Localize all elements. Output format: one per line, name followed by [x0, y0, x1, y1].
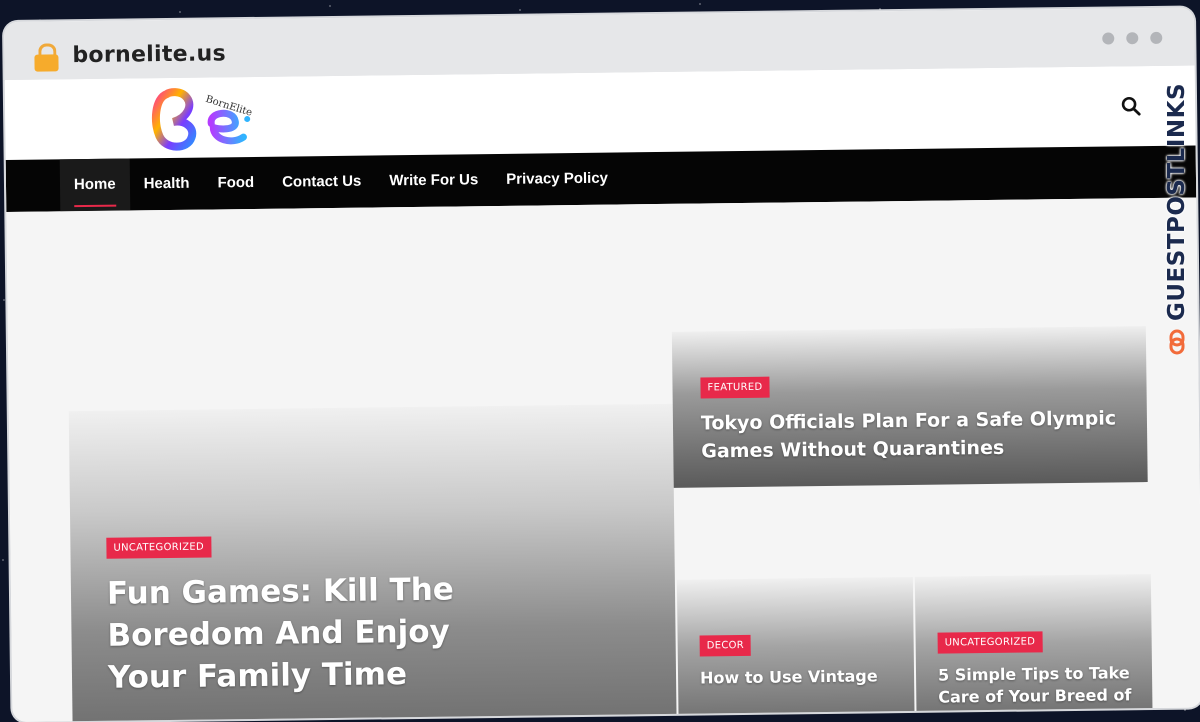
nav-item-food[interactable]: Food — [203, 157, 268, 210]
search-icon[interactable] — [1119, 94, 1143, 118]
post-title[interactable]: How to Use Vintage — [700, 665, 900, 689]
window-controls — [1102, 31, 1163, 45]
nav-item-privacy-policy[interactable]: Privacy Policy — [492, 152, 622, 206]
nav-item-home[interactable]: Home — [59, 158, 130, 212]
watermark-brand-accent: LINKS — [1164, 82, 1190, 163]
post-title[interactable]: Fun Games: Kill The Boredom And Enjoy Yo… — [107, 568, 529, 699]
site-logo[interactable]: BornElite — [147, 83, 258, 156]
window-dot-3[interactable] — [1150, 31, 1163, 44]
category-badge[interactable]: DECOR — [699, 634, 752, 657]
category-badge[interactable]: UNCATEGORIZED — [106, 536, 212, 559]
main-post-card[interactable]: UNCATEGORIZED Fun Games: Kill The Boredo… — [68, 403, 677, 722]
window-dot-2[interactable] — [1126, 32, 1139, 45]
category-badge[interactable]: UNCATEGORIZED — [937, 631, 1043, 654]
link-chain-icon — [1169, 329, 1185, 355]
nav-item-health[interactable]: Health — [129, 158, 203, 211]
post-title[interactable]: 5 Simple Tips to Take Care of Your Breed… — [938, 662, 1144, 722]
post-title[interactable]: Tokyo Officials Plan For a Safe Olympic … — [701, 404, 1122, 465]
post-grid: UNCATEGORIZED Fun Games: Kill The Boredo… — [6, 197, 1200, 722]
site-header: BornElite — [4, 65, 1196, 160]
post-card-dog-care[interactable]: UNCATEGORIZED 5 Simple Tips to Take Care… — [914, 574, 1153, 722]
watermark-text: GUESTPOSTLINKS — [1164, 83, 1190, 321]
lock-icon — [34, 43, 59, 72]
post-card-decor[interactable]: DECOR How to Use Vintage — [676, 576, 915, 722]
category-badge[interactable]: FEATURED — [700, 376, 770, 399]
address-bar[interactable]: bornelite.us — [72, 41, 226, 68]
nav-item-contact-us[interactable]: Contact Us — [268, 155, 376, 208]
featured-post-card[interactable]: FEATURED Tokyo Officials Plan For a Safe… — [671, 326, 1148, 488]
watermark-brand: GUESTPOST — [1164, 162, 1190, 321]
window-dot-1[interactable] — [1102, 32, 1115, 45]
guestpostlinks-watermark: GUESTPOSTLINKS — [1164, 83, 1190, 355]
browser-window: bornelite.us BornElite Home Health Food … — [4, 7, 1200, 722]
nav-item-write-for-us[interactable]: Write For Us — [375, 154, 493, 207]
